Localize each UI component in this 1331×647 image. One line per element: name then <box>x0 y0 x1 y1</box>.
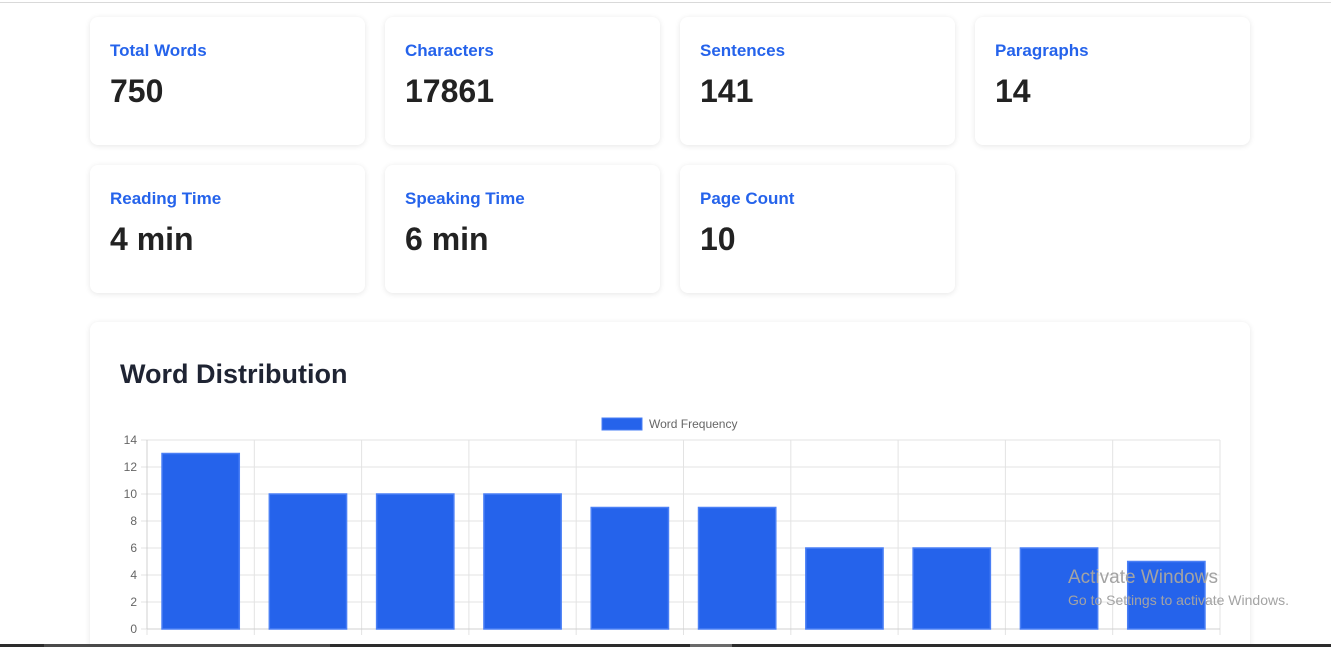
bar-word-frequency <box>268 493 348 630</box>
paragraphs-label: Paragraphs <box>995 41 1089 60</box>
y-tick-label: 8 <box>130 514 137 528</box>
speaking-time-label: Speaking Time <box>405 189 525 208</box>
bar-word-frequency <box>1126 560 1206 630</box>
paragraphs-value: 14 <box>995 73 1031 109</box>
total-words-card: Total Words 750 <box>90 17 365 145</box>
bar-word-frequency <box>697 506 777 630</box>
page-count-card: Page Count 10 <box>680 165 955 293</box>
y-tick-label: 6 <box>130 541 137 555</box>
sentences-label: Sentences <box>700 41 786 60</box>
legend-swatch <box>601 417 643 431</box>
reading-time-value: 4 min <box>110 221 194 257</box>
y-tick-label: 2 <box>130 595 137 609</box>
bar-word-frequency <box>483 493 562 630</box>
bar-word-frequency <box>805 547 884 630</box>
top-divider <box>0 2 1331 3</box>
total-words-label: Total Words <box>110 41 207 60</box>
bar-word-frequency <box>1019 547 1099 630</box>
speaking-time-value: 6 min <box>405 221 489 257</box>
bar-word-frequency <box>375 493 455 630</box>
y-tick-label: 14 <box>124 433 138 447</box>
characters-value: 17861 <box>405 73 494 109</box>
paragraphs-card: Paragraphs 14 <box>975 17 1250 145</box>
y-tick-label: 4 <box>130 568 137 582</box>
bar-word-frequency <box>161 452 241 630</box>
sentences-card: Sentences 141 <box>680 17 955 145</box>
legend-label: Word Frequency <box>649 417 737 431</box>
app-root: Total Words 750 Characters 17861 Sentenc… <box>0 0 1331 647</box>
y-tick-label: 12 <box>124 460 138 474</box>
page-count-value: 10 <box>700 221 736 257</box>
characters-label: Characters <box>405 41 494 60</box>
word-distribution-card: Word Distribution 0 2 4 6 8 10 12 14 Word Freque… <box>90 322 1250 647</box>
total-words-value: 750 <box>110 73 164 109</box>
y-tick-label: 10 <box>124 487 138 501</box>
reading-time-card: Reading Time 4 min <box>90 165 365 293</box>
bar-word-frequency <box>912 547 992 630</box>
characters-card: Characters 17861 <box>385 17 660 145</box>
sentences-value: 141 <box>700 73 754 109</box>
page-count-label: Page Count <box>700 189 795 208</box>
word-frequency-chart: 0 2 4 6 8 10 12 14 Word Frequency <box>124 417 1221 636</box>
bar-word-frequency <box>590 506 670 630</box>
y-tick-label: 0 <box>130 622 137 636</box>
reading-time-label: Reading Time <box>110 189 222 208</box>
speaking-time-card: Speaking Time 6 min <box>385 165 660 293</box>
